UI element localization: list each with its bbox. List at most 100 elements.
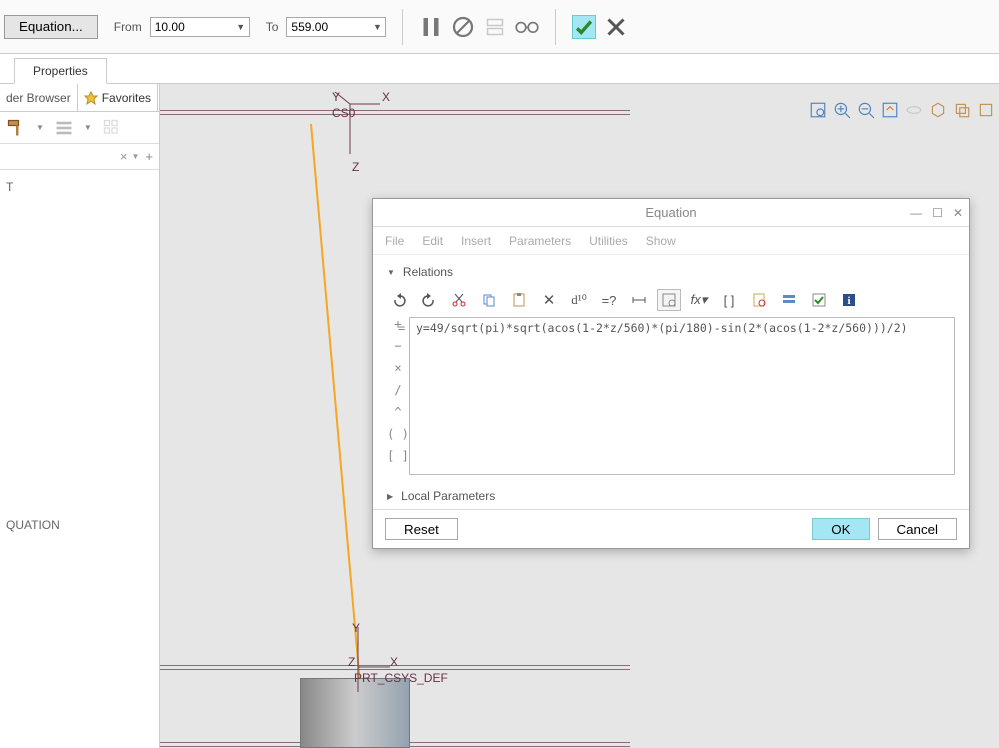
relations-header[interactable]: ▼ Relations [387, 265, 955, 279]
syntax-check-icon[interactable] [657, 289, 681, 311]
list-icon[interactable] [54, 118, 74, 138]
copy-view-icon[interactable] [953, 101, 971, 119]
add-icon[interactable]: + [145, 149, 153, 164]
dialog-body: ▼ Relations ✕ d¹⁰ =? fx▾ [ ] i [373, 255, 969, 509]
ok-button[interactable]: OK [812, 518, 869, 540]
op-mul[interactable]: × [394, 361, 401, 375]
tab-folder-browser[interactable]: der Browser [0, 84, 78, 111]
analysis-icon[interactable] [747, 289, 771, 311]
shade-box-icon[interactable] [929, 101, 947, 119]
from-label: From [114, 20, 142, 34]
clear-search-icon[interactable]: × [120, 149, 128, 164]
axis-y-label: Y [352, 621, 360, 635]
function-icon[interactable]: fx▾ [687, 289, 711, 311]
minimize-icon[interactable]: — [910, 206, 922, 220]
axis-z-label: Z [352, 160, 359, 174]
close-icon[interactable]: ✕ [953, 206, 963, 220]
left-panel-tree: T QUATION [0, 170, 159, 542]
axis-z-label: Z [348, 655, 355, 669]
paste-icon[interactable] [507, 289, 531, 311]
dialog-menu: File Edit Insert Parameters Utilities Sh… [373, 227, 969, 255]
equation-text: y=49/sqrt(pi)*sqrt(acos(1-2*z/560)*(pi/1… [416, 321, 908, 335]
equation-dialog: Equation — ☐ ✕ File Edit Insert Paramete… [372, 198, 970, 549]
accept-check-icon[interactable] [572, 15, 596, 39]
dimension-icon[interactable] [627, 289, 651, 311]
axis-x-label: X [390, 655, 398, 669]
svg-text:i: i [847, 295, 850, 307]
evaluate-icon[interactable]: =? [597, 289, 621, 311]
prt-csys-label: PRT_CSYS_DEF [354, 671, 448, 685]
left-panel-toolbar: ▼ ▼ [0, 112, 159, 144]
menu-edit[interactable]: Edit [422, 234, 443, 248]
equation-textarea[interactable]: = y=49/sqrt(pi)*sqrt(acos(1-2*z/560)*(pi… [409, 317, 955, 475]
redo-icon[interactable] [417, 289, 441, 311]
chevron-down-icon[interactable]: ▼ [233, 22, 249, 32]
zoom-in-icon[interactable] [833, 101, 851, 119]
relations-toolbar: ✕ d¹⁰ =? fx▾ [ ] i [387, 289, 955, 311]
dialog-titlebar[interactable]: Equation — ☐ ✕ [373, 199, 969, 227]
viewport-3d[interactable]: Y X CS0 Z Y Z X PRT_CSYS_DEF Equation [160, 84, 999, 748]
csys-bottom: Y Z X PRT_CSYS_DEF [350, 637, 410, 700]
grid-icon[interactable] [102, 118, 122, 138]
cancel-button[interactable]: Cancel [878, 518, 958, 540]
datum-plane-line [160, 110, 630, 116]
collapse-triangle-icon[interactable]: ▼ [387, 268, 395, 277]
verify-icon[interactable] [807, 289, 831, 311]
info-icon[interactable]: i [837, 289, 861, 311]
search-dropdown-icon[interactable]: ▼ [131, 152, 139, 161]
local-params-header[interactable]: ▶ Local Parameters [387, 489, 955, 503]
units-icon[interactable]: d¹⁰ [567, 289, 591, 311]
left-panel-tabs: der Browser Favorites [0, 84, 159, 112]
measure-icon[interactable] [483, 15, 507, 39]
dropdown-caret-icon[interactable]: ▼ [84, 123, 92, 132]
cut-icon[interactable] [447, 289, 471, 311]
brackets-icon[interactable]: [ ] [717, 289, 741, 311]
expand-triangle-icon[interactable]: ▶ [387, 492, 393, 501]
relations-label: Relations [403, 265, 453, 279]
hammer-icon[interactable] [6, 118, 26, 138]
from-combo[interactable]: ▼ [150, 17, 250, 37]
to-input[interactable] [287, 20, 369, 34]
sort-icon[interactable] [777, 289, 801, 311]
separator [402, 9, 403, 45]
op-pow[interactable]: ^ [394, 405, 401, 419]
axis-x-label: X [382, 90, 390, 104]
from-input[interactable] [151, 20, 233, 34]
equation-editor-row: + − × / ^ ( ) [ ] = y=49/sqrt(pi)*sqrt(a… [387, 317, 955, 475]
tree-item-equation[interactable]: QUATION [6, 516, 153, 534]
menu-file[interactable]: File [385, 234, 404, 248]
cancel-circle-icon[interactable] [451, 15, 475, 39]
glasses-icon[interactable] [515, 15, 539, 39]
maximize-icon[interactable]: ☐ [932, 206, 943, 220]
delete-icon[interactable]: ✕ [537, 289, 561, 311]
op-div[interactable]: / [394, 383, 401, 397]
pause-icon[interactable] [419, 15, 443, 39]
reset-button[interactable]: Reset [385, 518, 458, 540]
op-minus[interactable]: − [394, 339, 401, 353]
tab-favorites[interactable]: Favorites [78, 84, 158, 111]
menu-utilities[interactable]: Utilities [589, 234, 628, 248]
op-paren[interactable]: ( ) [387, 427, 409, 441]
op-brack[interactable]: [ ] [387, 449, 409, 463]
dropdown-caret-icon[interactable]: ▼ [36, 123, 44, 132]
equation-button[interactable]: Equation... [4, 15, 98, 39]
to-combo[interactable]: ▼ [286, 17, 386, 37]
refit-icon[interactable] [881, 101, 899, 119]
zoom-out-icon[interactable] [857, 101, 875, 119]
top-ribbon: Equation... From ▼ To ▼ [0, 0, 999, 54]
zoom-box-icon[interactable] [809, 101, 827, 119]
spin-icon[interactable] [905, 101, 923, 119]
axis-y-label: Y [332, 90, 340, 104]
close-x-icon[interactable] [604, 15, 628, 39]
menu-show[interactable]: Show [646, 234, 676, 248]
tree-item[interactable]: T [6, 178, 153, 196]
to-label: To [266, 20, 279, 34]
tab-properties[interactable]: Properties [14, 58, 107, 84]
star-icon [84, 91, 98, 105]
menu-insert[interactable]: Insert [461, 234, 491, 248]
undo-icon[interactable] [387, 289, 411, 311]
copy-icon[interactable] [477, 289, 501, 311]
menu-parameters[interactable]: Parameters [509, 234, 571, 248]
view-cube-icon[interactable] [977, 101, 995, 119]
chevron-down-icon[interactable]: ▼ [369, 22, 385, 32]
